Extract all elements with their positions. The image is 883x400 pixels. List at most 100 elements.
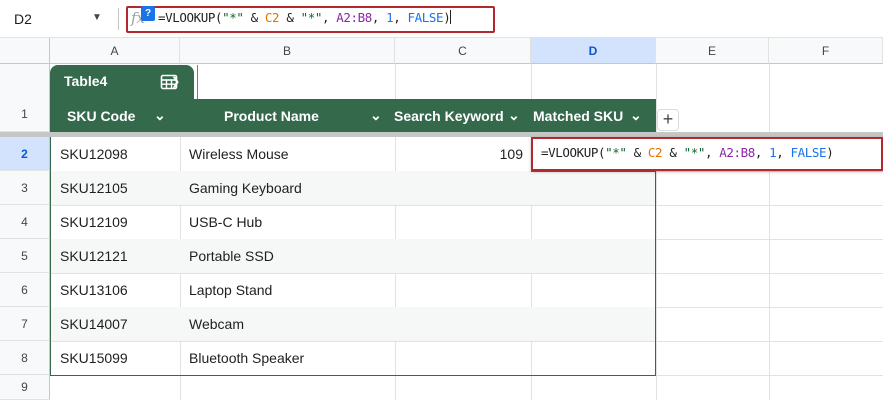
table-row: SKU12105 Gaming Keyboard (51, 171, 655, 205)
formula-token: C2 (647, 145, 663, 160)
column-header-c[interactable]: C (395, 38, 531, 64)
formula-token: A2:B8 (336, 10, 372, 25)
cell-sku[interactable]: SKU14007 (60, 307, 180, 341)
table-header-search-keyword[interactable]: Search Keyword (394, 99, 504, 132)
cell-sku[interactable]: SKU12098 (60, 137, 180, 171)
cell-keyword[interactable] (395, 205, 523, 239)
add-column-icon[interactable]: + (657, 109, 679, 131)
formula-token: "*" (683, 145, 706, 160)
column-header-f[interactable]: F (769, 38, 883, 64)
formula-token: "*" (222, 10, 244, 25)
column-header-b[interactable]: B (180, 38, 395, 64)
table-row: SKU13106 Laptop Stand (51, 273, 655, 307)
formula-token: , (754, 145, 770, 160)
sku-code-filter-chevron-icon[interactable]: ⌄ (154, 99, 166, 132)
name-box-dropdown-icon[interactable]: ▼ (92, 12, 102, 23)
row-header-6[interactable]: 6 (0, 273, 50, 307)
name-box[interactable]: D2 ▼ (0, 0, 118, 38)
table-chip-divider (197, 65, 198, 99)
formula-token: , (776, 145, 791, 160)
formula-token: & (662, 145, 684, 160)
table-header-product-name[interactable]: Product Name (224, 99, 319, 132)
header-label: Matched SKU (533, 107, 624, 124)
grid-column-line (769, 64, 770, 400)
header-label: Search Keyword (394, 107, 504, 124)
cell-product[interactable]: USB-C Hub (189, 205, 389, 239)
cell-keyword[interactable] (395, 307, 523, 341)
formula-token: , (704, 145, 720, 160)
table-header-row: SKU Code ⌄ Product Name ⌄ Search Keyword… (50, 99, 656, 132)
column-header-a[interactable]: A (50, 38, 180, 64)
cell-sku[interactable]: SKU12121 (60, 239, 180, 273)
formula-token: , (371, 10, 387, 25)
cell-keyword[interactable]: 109 (395, 137, 523, 171)
matched-sku-filter-chevron-icon[interactable]: ⌄ (630, 99, 642, 132)
cell-keyword[interactable] (395, 341, 523, 375)
cell-keyword[interactable] (395, 273, 523, 307)
header-label: Product Name (224, 107, 319, 124)
cell-product[interactable]: Portable SSD (189, 239, 389, 273)
formula-token: =VLOOKUP( (541, 145, 606, 160)
formula-help-icon[interactable]: ? (141, 6, 155, 21)
table-name: Table4 (64, 73, 108, 89)
formula-token: , (393, 10, 408, 25)
formula-token: ) (443, 10, 451, 25)
formula-token: , (321, 10, 337, 25)
cell-matched[interactable] (532, 307, 642, 341)
cell-sku[interactable]: SKU12105 (60, 171, 180, 205)
cell-sku[interactable]: SKU13106 (60, 273, 180, 307)
table-header-matched-sku[interactable]: Matched SKU (533, 99, 623, 132)
formula-token: A2:B8 (719, 145, 755, 160)
formula-token: & (279, 10, 301, 25)
formula-input[interactable]: =VLOOKUP("*" & C2 & "*", A2:B8, 1, FALSE… (158, 10, 452, 25)
cell-product[interactable]: Bluetooth Speaker (189, 341, 389, 375)
cell-product[interactable]: Gaming Keyboard (189, 171, 389, 205)
table-row: SKU12109 USB-C Hub (51, 205, 655, 239)
cell-matched[interactable] (532, 205, 642, 239)
column-header-e[interactable]: E (656, 38, 769, 64)
cell-keyword[interactable] (395, 171, 523, 205)
select-all-corner[interactable] (0, 38, 50, 64)
row-header-5[interactable]: 5 (0, 239, 50, 273)
formula-bar-divider (118, 8, 119, 30)
cell-product[interactable]: Webcam (189, 307, 389, 341)
cell-sku[interactable]: SKU12109 (60, 205, 180, 239)
table-header-sku-code[interactable]: SKU Code (67, 99, 135, 132)
table-row: SKU15099 Bluetooth Speaker (51, 341, 655, 375)
row-header-9[interactable]: 9 (0, 375, 50, 400)
cell-keyword[interactable] (395, 239, 523, 273)
cell-matched[interactable] (532, 273, 642, 307)
cell-product[interactable]: Wireless Mouse (189, 137, 389, 171)
formula-token: & (626, 145, 648, 160)
formula-bar: D2 ▼ fx ? =VLOOKUP("*" & C2 & "*", A2:B8… (0, 0, 883, 38)
formula-token: =VLOOKUP( (158, 10, 223, 25)
row-header-2[interactable]: 2 (0, 137, 50, 171)
cell-matched[interactable] (532, 171, 642, 205)
formula-token: "*" (300, 10, 323, 25)
formula-token: FALSE (790, 145, 827, 160)
cell-formula-editor[interactable]: =VLOOKUP("*" & C2 & "*", A2:B8, 1, FALSE… (531, 137, 883, 171)
cell-sku[interactable]: SKU15099 (60, 341, 180, 375)
cell-matched[interactable] (532, 239, 642, 273)
row-header-1[interactable]: 1 (0, 64, 50, 132)
table-body: SKU12098 Wireless Mouse 109 SKU12105 Gaming … (50, 137, 656, 376)
table-row: SKU12121 Portable SSD (51, 239, 655, 273)
product-name-filter-chevron-icon[interactable]: ⌄ (370, 99, 382, 132)
row-header-3[interactable]: 3 (0, 171, 50, 205)
header-label: SKU Code (67, 107, 136, 124)
cell-matched[interactable] (532, 341, 642, 375)
table-view-icon[interactable] (160, 73, 178, 91)
row-header-8[interactable]: 8 (0, 341, 50, 375)
text-cursor (450, 10, 452, 24)
row-header-7[interactable]: 7 (0, 307, 50, 341)
formula-token: FALSE (407, 10, 444, 25)
column-header-d[interactable]: D (531, 38, 656, 64)
search-keyword-filter-chevron-icon[interactable]: ⌄ (508, 99, 520, 132)
cell-formula-text[interactable]: =VLOOKUP("*" & C2 & "*", A2:B8, 1, FALSE… (541, 145, 834, 160)
formula-token: ) (826, 145, 834, 160)
formula-token: "*" (605, 145, 627, 160)
name-box-value: D2 (14, 11, 32, 27)
cell-product[interactable]: Laptop Stand (189, 273, 389, 307)
table-row: SKU14007 Webcam (51, 307, 655, 341)
row-header-4[interactable]: 4 (0, 205, 50, 239)
